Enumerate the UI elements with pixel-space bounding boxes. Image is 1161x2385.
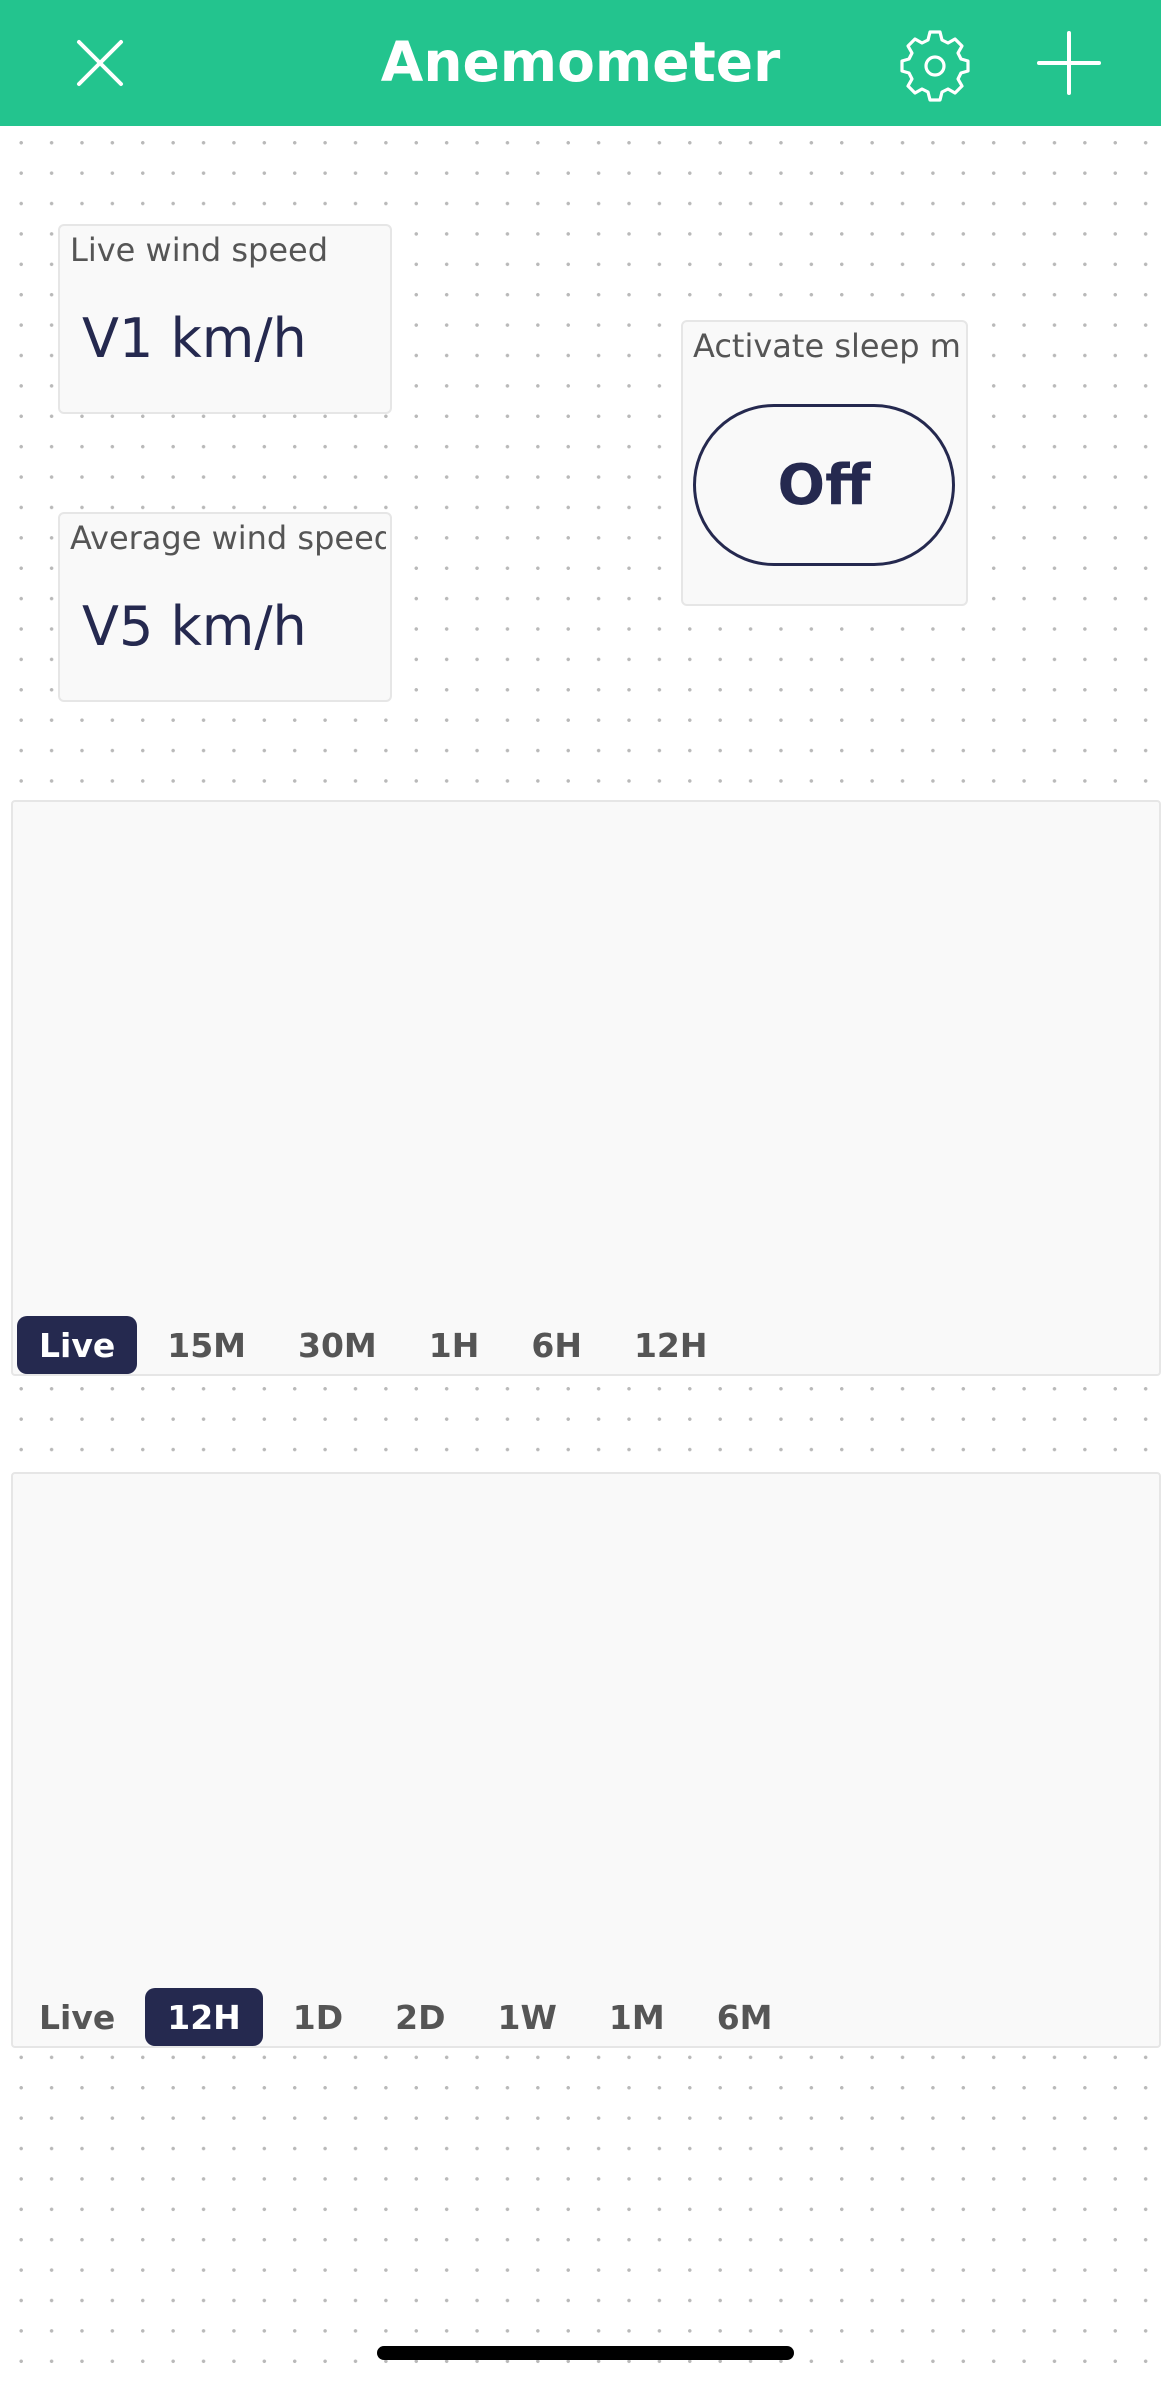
- gear-icon: [900, 30, 970, 102]
- widget-label: Live wind speed: [70, 231, 329, 269]
- period-tab-1d[interactable]: 1D: [271, 1988, 365, 2046]
- period-selector: Live 15M 30M 1H 6H 12H: [17, 1314, 738, 1376]
- widget-value: V5 km/h: [82, 595, 307, 658]
- settings-button[interactable]: [890, 18, 980, 108]
- period-tab-6m[interactable]: 6M: [695, 1988, 795, 2046]
- widget-label: Activate sleep mode: [693, 327, 962, 365]
- period-tab-12h[interactable]: 12H: [145, 1988, 263, 2046]
- widget-value: V1 km/h: [82, 307, 307, 370]
- add-button[interactable]: [1024, 18, 1114, 108]
- sleep-mode-toggle[interactable]: Off: [693, 404, 955, 566]
- period-tab-15m[interactable]: 15M: [145, 1316, 268, 1374]
- period-tab-live[interactable]: Live: [17, 1988, 137, 2046]
- period-tab-12h[interactable]: 12H: [612, 1316, 730, 1374]
- period-tab-1h[interactable]: 1H: [407, 1316, 502, 1374]
- period-tab-30m[interactable]: 30M: [276, 1316, 399, 1374]
- period-tab-live[interactable]: Live: [17, 1316, 138, 1374]
- plus-icon: [1037, 31, 1101, 95]
- app-header: Anemometer: [0, 0, 1161, 126]
- sleep-mode-widget: Activate sleep mode Off: [681, 320, 968, 606]
- live-wind-speed-display[interactable]: Live wind speed V1 km/h: [58, 224, 392, 414]
- page-title: Anemometer: [380, 30, 781, 94]
- period-tab-6h[interactable]: 6H: [509, 1316, 604, 1374]
- canvas-edge: [0, 126, 8, 2385]
- wind-speed-chart-live[interactable]: Live 15M 30M 1H 6H 12H: [11, 800, 1161, 1376]
- average-wind-speed-display[interactable]: Average wind speed V5 km/h: [58, 512, 392, 702]
- period-tab-1m[interactable]: 1M: [587, 1988, 687, 2046]
- home-indicator: [377, 2346, 794, 2360]
- period-tab-1w[interactable]: 1W: [476, 1988, 579, 2046]
- period-tab-2d[interactable]: 2D: [373, 1988, 467, 2046]
- period-selector: Live 12H 1D 2D 1W 1M 6M: [17, 1986, 803, 2048]
- wind-speed-chart-history[interactable]: Live 12H 1D 2D 1W 1M 6M: [11, 1472, 1161, 2048]
- widget-label: Average wind speed: [70, 519, 386, 557]
